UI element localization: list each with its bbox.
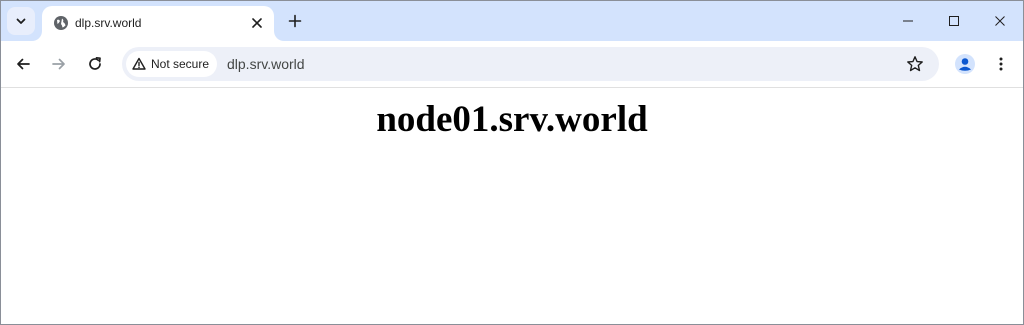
reload-button[interactable] [81, 50, 109, 78]
address-bar[interactable]: Not secure dlp.srv.world [122, 47, 939, 81]
minimize-button[interactable] [885, 1, 931, 41]
browser-menu-button[interactable] [989, 52, 1013, 76]
tab-search-button[interactable] [7, 7, 35, 35]
close-icon [995, 16, 1005, 26]
plus-icon [288, 14, 302, 28]
new-tab-button[interactable] [281, 7, 309, 35]
browser-window: dlp.srv.world Not secure dlp.srv.world n… [0, 0, 1024, 325]
security-label: Not secure [151, 57, 210, 71]
chevron-down-icon [16, 18, 26, 24]
tab-strip: dlp.srv.world [1, 1, 1023, 41]
minimize-icon [903, 20, 913, 22]
close-window-button[interactable] [977, 1, 1023, 41]
arrow-right-icon [52, 58, 65, 70]
back-button[interactable] [9, 50, 37, 78]
page-viewport: node01.srv.world [1, 88, 1023, 324]
close-icon [252, 18, 262, 28]
browser-toolbar: Not secure dlp.srv.world [1, 41, 1023, 88]
warning-triangle-icon [132, 57, 146, 70]
tab-title: dlp.srv.world [75, 16, 142, 30]
maximize-button[interactable] [931, 1, 977, 41]
page-heading: node01.srv.world [376, 99, 648, 140]
star-icon [907, 56, 923, 72]
person-icon [955, 54, 975, 74]
forward-button[interactable] [45, 50, 73, 78]
tab-active[interactable]: dlp.srv.world [42, 6, 274, 41]
security-indicator[interactable]: Not secure [126, 51, 218, 77]
maximize-icon [949, 16, 959, 26]
bookmark-button[interactable] [903, 52, 927, 76]
tab-close-button[interactable] [247, 13, 267, 33]
profile-button[interactable] [953, 52, 977, 76]
globe-icon [54, 16, 68, 30]
url-text[interactable]: dlp.srv.world [227, 47, 305, 81]
arrow-left-icon [17, 58, 30, 70]
reload-icon [89, 56, 101, 70]
kebab-menu-icon [999, 57, 1003, 71]
